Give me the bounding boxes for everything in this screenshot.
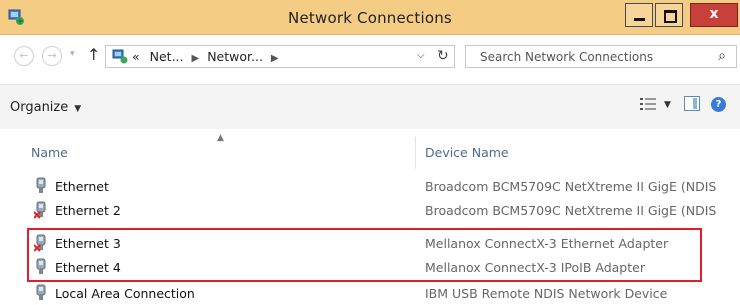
- list-item[interactable]: Ethernet Broadcom BCM5709C NetXtreme II …: [0, 174, 740, 198]
- close-icon: x: [709, 6, 719, 22]
- column-header-name[interactable]: Name: [31, 145, 68, 160]
- breadcrumb-item-2[interactable]: Networ...: [207, 49, 263, 64]
- minimize-button[interactable]: [625, 3, 653, 27]
- network-adapter-icon: [36, 177, 46, 193]
- chevron-right-icon[interactable]: ▶: [192, 53, 200, 64]
- connection-name: Local Area Connection: [55, 286, 195, 301]
- network-adapter-icon: [36, 284, 46, 300]
- help-icon[interactable]: ?: [711, 97, 726, 112]
- maximize-icon: [664, 10, 677, 23]
- recent-locations-icon[interactable]: ▾: [70, 49, 75, 59]
- maximize-button[interactable]: [655, 3, 683, 27]
- minimize-icon: [634, 18, 645, 21]
- device-name: Broadcom BCM5709C NetXtreme II GigE (NDI…: [425, 179, 717, 194]
- refresh-icon[interactable]: ↻: [437, 48, 449, 64]
- column-headers: Name ▲ Device Name: [0, 133, 740, 171]
- navigation-bar: ← → ▾ ↑ « Net... ▶ Networ... ▶ ⌵ ↻ Searc…: [0, 35, 740, 83]
- change-view-icon[interactable]: [640, 97, 656, 111]
- breadcrumb-overflow[interactable]: «: [132, 49, 140, 64]
- view-options-dropdown-icon[interactable]: ▼: [664, 100, 671, 110]
- address-bar[interactable]: « Net... ▶ Networ... ▶ ⌵ ↻: [105, 45, 455, 68]
- network-adapter-disabled-icon: [34, 234, 46, 252]
- column-divider[interactable]: [415, 137, 416, 169]
- network-adapter-disabled-icon: [34, 201, 46, 219]
- command-bar: Organize ▼ ▼ ?: [0, 84, 740, 129]
- title-bar[interactable]: Network Connections x: [0, 0, 740, 35]
- search-box[interactable]: Search Network Connections ⌕: [465, 45, 737, 68]
- up-arrow-icon[interactable]: ↑: [87, 45, 100, 64]
- chevron-down-icon: ▼: [74, 104, 82, 114]
- network-connections-icon: [112, 49, 128, 64]
- address-dropdown-icon[interactable]: ⌵: [417, 50, 425, 61]
- network-adapter-icon: [36, 258, 46, 274]
- organize-button[interactable]: Organize ▼: [10, 100, 81, 115]
- device-name: IBM USB Remote NDIS Network Device: [425, 286, 668, 301]
- search-icon[interactable]: ⌕: [718, 48, 726, 64]
- back-arrow-icon[interactable]: ←: [14, 46, 34, 66]
- list-item[interactable]: Ethernet 3 Mellanox ConnectX-3 Ethernet …: [0, 231, 740, 255]
- list-item[interactable]: Ethernet 2 Broadcom BCM5709C NetXtreme I…: [0, 198, 740, 222]
- sort-ascending-icon: ▲: [217, 133, 224, 143]
- device-name: Broadcom BCM5709C NetXtreme II GigE (NDI…: [425, 203, 717, 218]
- list-item[interactable]: Ethernet 4 Mellanox ConnectX-3 IPoIB Ada…: [0, 255, 740, 279]
- breadcrumb-item-1[interactable]: Net...: [150, 49, 184, 64]
- connection-name: Ethernet: [55, 179, 109, 194]
- column-header-device-name[interactable]: Device Name: [425, 145, 509, 160]
- breadcrumb[interactable]: « Net... ▶ Networ... ▶: [132, 49, 283, 64]
- close-button[interactable]: x: [690, 3, 738, 27]
- forward-arrow-icon[interactable]: →: [42, 46, 62, 66]
- chevron-right-icon[interactable]: ▶: [271, 53, 279, 64]
- device-name: Mellanox ConnectX-3 Ethernet Adapter: [425, 236, 669, 251]
- device-name: Mellanox ConnectX-3 IPoIB Adapter: [425, 260, 645, 275]
- list-item[interactable]: Local Area Connection IBM USB Remote NDI…: [0, 281, 740, 305]
- connection-name: Ethernet 2: [55, 203, 121, 218]
- connection-name: Ethernet 3: [55, 236, 121, 251]
- connection-name: Ethernet 4: [55, 260, 121, 275]
- search-input[interactable]: Search Network Connections: [480, 50, 653, 64]
- organize-label: Organize: [10, 100, 69, 115]
- preview-pane-icon[interactable]: [684, 96, 700, 111]
